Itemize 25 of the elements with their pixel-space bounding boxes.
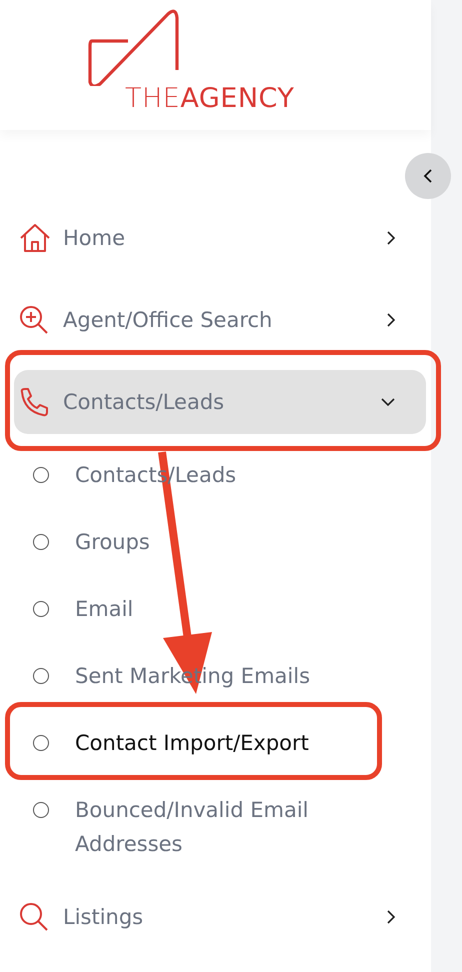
chevron-right-icon: [386, 909, 396, 925]
logo-text: THEAGENCY: [125, 84, 294, 114]
submenu-item[interactable]: Email: [0, 575, 431, 642]
circle-icon: [33, 600, 49, 616]
search-icon: [19, 902, 49, 932]
circle-icon: [33, 466, 49, 482]
submenu-item[interactable]: Contact Import/Export: [0, 709, 431, 776]
menu-item[interactable]: Contacts/Leads: [14, 370, 426, 434]
circle-icon: [33, 534, 49, 550]
menu-item[interactable]: Agent/Office Search: [14, 288, 426, 352]
chevron-down-icon: [380, 397, 396, 407]
submenu-item[interactable]: Groups: [0, 508, 431, 575]
chevron-left-icon: [423, 168, 433, 184]
submenu-item[interactable]: Bounced/Invalid Email Addresses: [0, 776, 431, 877]
circle-icon: [33, 802, 49, 818]
phone-icon: [19, 387, 49, 417]
chevron-right-icon: [386, 312, 396, 328]
home-icon: [19, 223, 51, 253]
circle-icon: [33, 734, 49, 750]
menu-item[interactable]: Listings: [14, 885, 426, 949]
chevron-right-icon: [386, 230, 396, 246]
zoom-in-icon: [19, 305, 49, 335]
collapse-button[interactable]: [405, 153, 451, 199]
circle-icon: [33, 668, 49, 684]
menu-item[interactable]: Home: [14, 206, 426, 270]
